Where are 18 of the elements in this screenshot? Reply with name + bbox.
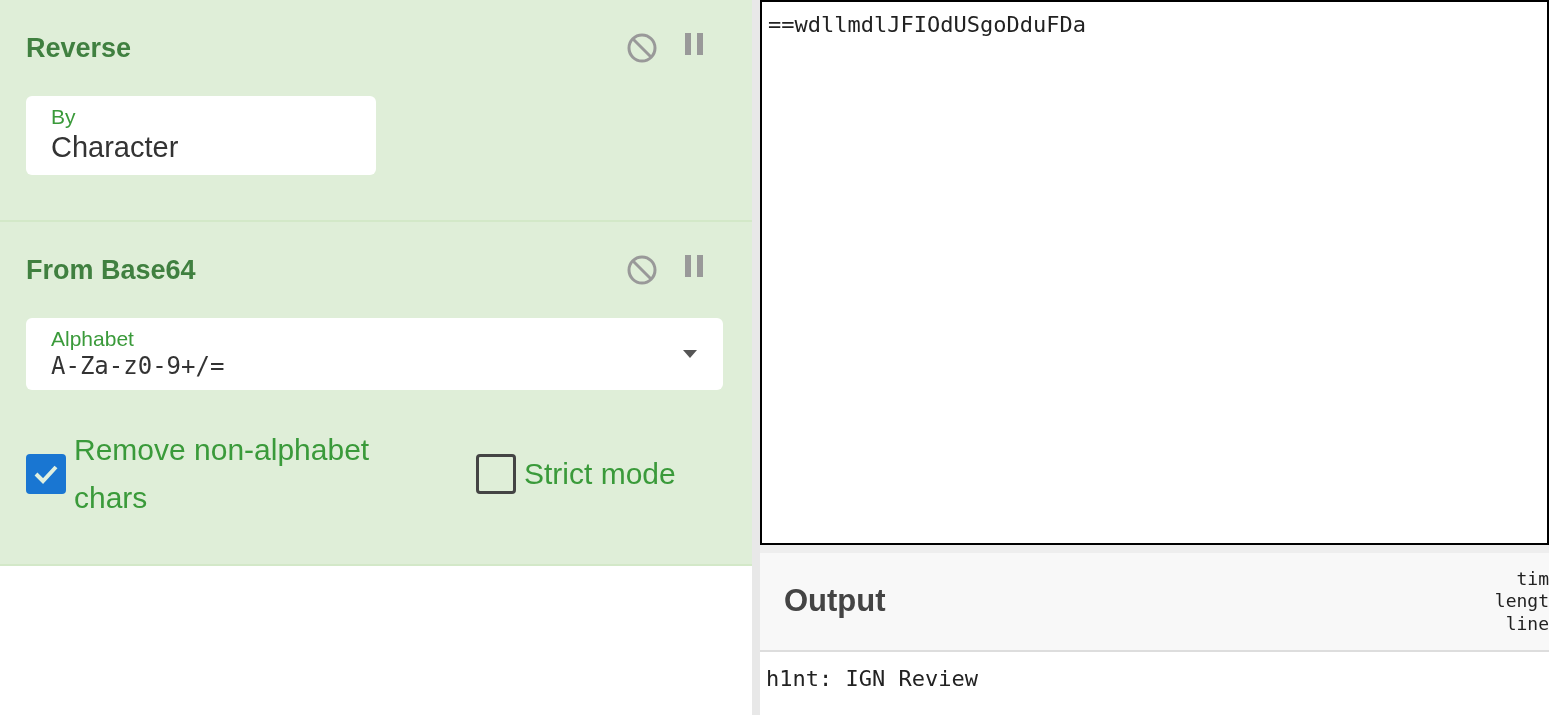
checkbox-label: Strict mode (524, 456, 676, 493)
operation-title: From Base64 (26, 253, 196, 287)
checkbox[interactable] (26, 454, 66, 495)
input-text[interactable]: ==wdllmdlJFIOdUSgoDduFDa (760, 0, 1549, 545)
stat-label: line (1504, 612, 1549, 636)
output-title: Output (784, 582, 886, 621)
operation-title: Reverse (26, 31, 132, 65)
output-text: h1nt: IGN Review (766, 666, 978, 691)
stat-label: lengt (1494, 590, 1549, 613)
disable-icon[interactable] (626, 32, 658, 64)
checkbox[interactable] (476, 454, 516, 495)
argument-field[interactable]: By Character (26, 96, 376, 175)
caret-icon (682, 349, 698, 360)
checkbox-label: Remove non-alphabet chars (74, 432, 371, 517)
alphabet-dropdown[interactable]: Alphabet A-Za-z0-9+/= (26, 318, 723, 391)
stat-label: tim (1515, 567, 1549, 591)
disable-icon[interactable] (626, 254, 658, 286)
checkmark-icon (33, 464, 59, 485)
